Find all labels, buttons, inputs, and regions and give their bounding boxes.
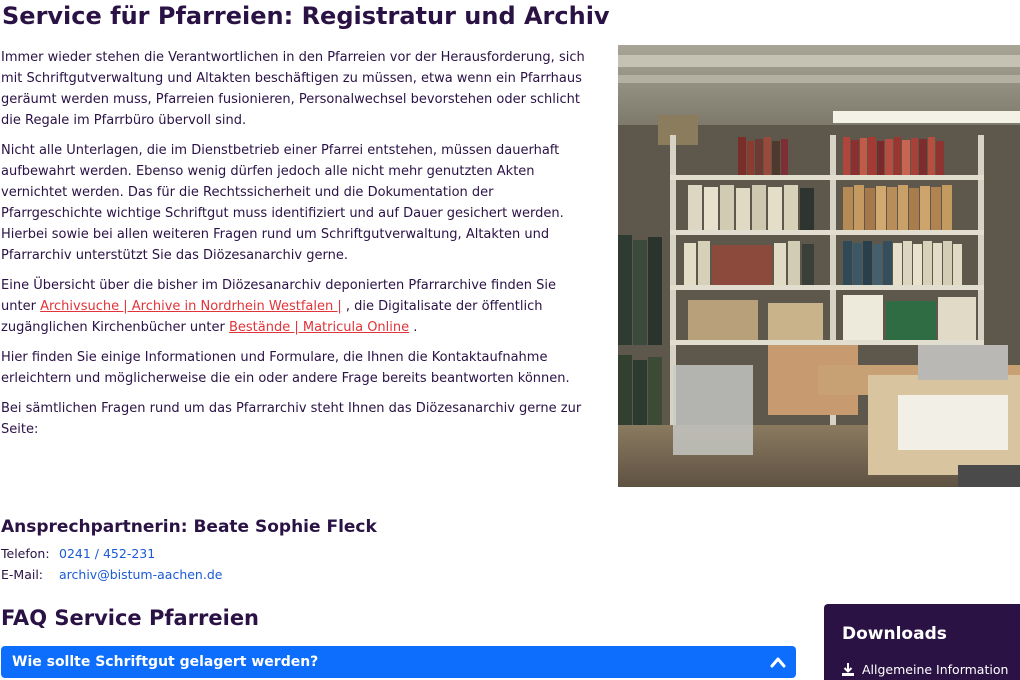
intro-paragraph-4: Hier finden Sie einige Informationen und… xyxy=(1,350,570,386)
downloads-panel: Downloads Allgemeine Information xyxy=(824,604,1020,680)
intro-paragraph-5: Bei sämtlichen Fragen rund um das Pfarra… xyxy=(1,401,582,437)
page-title: Service für Pfarreien: Registratur und A… xyxy=(2,2,610,30)
archive-shelves-illustration xyxy=(618,45,1020,487)
download-item-label: Allgemeine Information xyxy=(862,662,1009,677)
phone-label: Telefon: xyxy=(1,546,50,561)
matricula-link[interactable]: Bestände | Matricula Online xyxy=(229,320,409,335)
archive-shelves-photo xyxy=(618,45,1020,487)
email-link[interactable]: archiv@bistum-aachen.de xyxy=(59,567,222,582)
faq-question: Wie sollte Schriftgut gelagert werden? xyxy=(12,654,319,670)
downloads-title: Downloads xyxy=(842,624,947,644)
intro-text: Immer wieder stehen die Verantwortlichen… xyxy=(1,47,593,449)
contact-block: Ansprechpartnerin: Beate Sophie Fleck Te… xyxy=(1,515,601,585)
contact-email-row: E-Mail: archiv@bistum-aachen.de xyxy=(1,564,601,585)
download-item[interactable]: Allgemeine Information xyxy=(842,661,1008,679)
archivsuche-link[interactable]: Archivsuche | Archive in Nordrhein Westf… xyxy=(40,299,342,314)
intro-paragraph-2: Nicht alle Unterlagen, die im Dienstbetr… xyxy=(1,143,564,263)
faq-accordion-item[interactable]: Wie sollte Schriftgut gelagert werden? xyxy=(1,646,796,678)
chevron-up-icon[interactable] xyxy=(770,655,786,669)
intro-paragraph-1: Immer wieder stehen die Verantwortlichen… xyxy=(1,50,585,128)
intro-paragraph-3-text: . xyxy=(409,320,418,335)
phone-link[interactable]: 0241 / 452-231 xyxy=(59,546,155,561)
contact-phone-row: Telefon: 0241 / 452-231 xyxy=(1,543,601,564)
email-label: E-Mail: xyxy=(1,567,44,582)
contact-title: Ansprechpartnerin: Beate Sophie Fleck xyxy=(1,517,377,537)
intro-paragraph-3: Eine Übersicht über die bisher im Diözes… xyxy=(1,275,593,338)
download-icon xyxy=(842,663,854,676)
faq-title: FAQ Service Pfarreien xyxy=(1,606,260,630)
